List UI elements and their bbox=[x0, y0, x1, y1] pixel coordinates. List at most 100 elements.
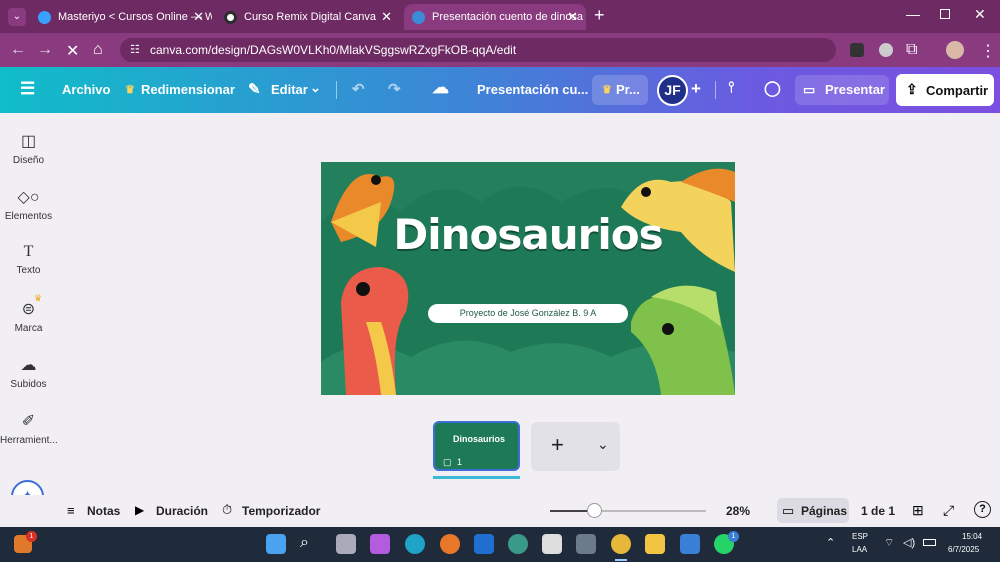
close-window-icon[interactable]: ✕ bbox=[974, 6, 986, 23]
sidebar-item-elementos[interactable]: ◇○ Elementos bbox=[0, 187, 57, 222]
presentar-label: Presentar bbox=[825, 82, 885, 97]
outlook-icon[interactable] bbox=[474, 534, 494, 554]
calculator-icon[interactable] bbox=[576, 534, 596, 554]
duration-icon: ▶ bbox=[135, 503, 145, 517]
tab-favicon bbox=[224, 10, 237, 24]
compartir-label: Compartir bbox=[926, 83, 989, 98]
back-icon[interactable]: ← bbox=[10, 41, 26, 59]
battery-icon[interactable] bbox=[923, 539, 936, 546]
minimize-icon[interactable]: — bbox=[906, 6, 920, 22]
notification-badge: 1 bbox=[26, 531, 37, 542]
comment-icon[interactable]: ◯ bbox=[764, 79, 781, 97]
forward-icon[interactable]: → bbox=[37, 41, 53, 59]
url-field[interactable]: ☷ canva.com/design/DAGsW0VLKh0/MlakVSggs… bbox=[120, 38, 836, 62]
clock-time[interactable]: 15:04 bbox=[962, 532, 982, 541]
globe-app-icon[interactable] bbox=[508, 534, 528, 554]
pages-icon: ▭ bbox=[782, 503, 795, 518]
page-thumbnail[interactable]: Dinosaurios ▢ 1 bbox=[433, 421, 520, 471]
windows-start-icon[interactable] bbox=[266, 534, 286, 554]
crown-icon: ♛ bbox=[602, 84, 612, 96]
puzzle-extensions-icon[interactable]: ⧉ bbox=[906, 41, 917, 59]
add-collaborator-icon[interactable]: + bbox=[691, 79, 701, 99]
site-info-icon[interactable]: ☷ bbox=[130, 43, 140, 56]
duracion-button[interactable]: Duración bbox=[156, 504, 208, 518]
profile-extension-icon[interactable] bbox=[879, 43, 893, 57]
crown-icon: ♛ bbox=[125, 84, 135, 96]
browser-tab-curso-remix[interactable]: Curso Remix Digital Canva ✕ bbox=[216, 4, 400, 30]
editar-button[interactable]: Editar bbox=[271, 82, 308, 97]
zoom-slider-handle[interactable] bbox=[586, 503, 602, 518]
copilot-icon[interactable] bbox=[370, 534, 390, 554]
tab-list-dropdown-icon[interactable]: ⌄ bbox=[8, 8, 26, 26]
redo-icon[interactable]: ↷ bbox=[388, 80, 401, 98]
sidebar-item-marca[interactable]: ⊜ ♛ Marca bbox=[0, 293, 57, 334]
page-count[interactable]: 1 de 1 bbox=[861, 504, 895, 518]
archivo-menu[interactable]: Archivo bbox=[62, 82, 110, 97]
maximize-icon[interactable] bbox=[940, 9, 950, 19]
add-page-button[interactable]: + ⌄ bbox=[531, 422, 620, 471]
tab-label: Presentación cuento de dinosa bbox=[432, 11, 584, 23]
user-avatar[interactable] bbox=[946, 41, 964, 59]
browser-menu-icon[interactable]: ⋮ bbox=[980, 41, 996, 61]
extension-icon[interactable] bbox=[850, 43, 864, 57]
edge-icon[interactable] bbox=[405, 534, 425, 554]
slide-subtitle[interactable]: Proyecto de José González B. 9 A bbox=[428, 304, 628, 323]
notas-button[interactable]: Notas bbox=[87, 504, 120, 518]
design-title[interactable]: Presentación cu... bbox=[477, 82, 588, 97]
file-explorer-icon[interactable] bbox=[645, 534, 665, 554]
new-tab-icon[interactable]: + bbox=[594, 5, 605, 26]
inkscape-icon[interactable] bbox=[542, 534, 562, 554]
insights-chart-icon[interactable]: ⫯ bbox=[728, 79, 735, 96]
home-icon[interactable]: ⌂ bbox=[93, 41, 103, 59]
sidebar-item-label: Subidos bbox=[10, 379, 47, 390]
plus-icon: + bbox=[551, 432, 564, 457]
firefox-icon[interactable] bbox=[440, 534, 460, 554]
tab-label: Masteriyo < Cursos Online — W bbox=[58, 11, 212, 23]
collaborator-avatar[interactable]: JF bbox=[657, 75, 688, 106]
chrome-icon[interactable] bbox=[611, 534, 631, 554]
close-tab-icon[interactable]: ✕ bbox=[567, 9, 578, 25]
task-view-icon[interactable] bbox=[336, 534, 356, 554]
compartir-button[interactable]: ⇪ Compartir bbox=[896, 74, 994, 106]
zoom-slider[interactable] bbox=[550, 503, 706, 518]
help-icon[interactable]: ? bbox=[974, 501, 991, 518]
sidebar-item-label: Diseño bbox=[12, 155, 45, 166]
pen-tool-icon: ✐ bbox=[21, 413, 36, 430]
editar-chevron-icon[interactable]: ⌄ bbox=[310, 80, 321, 96]
fullscreen-icon[interactable]: ⤢ bbox=[943, 502, 954, 519]
language-code[interactable]: ESP bbox=[852, 532, 868, 541]
redimensionar-button[interactable]: Redimensionar bbox=[141, 82, 235, 97]
language-region[interactable]: LAA bbox=[852, 545, 867, 554]
cloud-upload-icon: ☁ bbox=[20, 357, 37, 374]
sidebar-item-herramientas[interactable]: ✐ Herramient... bbox=[0, 411, 58, 446]
browser-tab-presentacion[interactable]: Presentación cuento de dinosa ✕ bbox=[404, 4, 586, 30]
temporizador-button[interactable]: Temporizador bbox=[242, 504, 320, 518]
browser-tab-masteriyo[interactable]: Masteriyo < Cursos Online — W ✕ bbox=[30, 4, 212, 30]
clock-date[interactable]: 6/7/2025 bbox=[948, 545, 979, 554]
slide-canvas[interactable]: Dinosaurios Proyecto de José González B.… bbox=[321, 162, 735, 395]
close-tab-icon[interactable]: ✕ bbox=[193, 9, 204, 25]
sidebar-item-subidos[interactable]: ☁ Subidos bbox=[0, 355, 57, 390]
sidebar-item-label: Herramient... bbox=[0, 435, 58, 446]
hamburger-menu-icon[interactable]: ☰ bbox=[20, 79, 35, 99]
share-upload-icon: ⇪ bbox=[906, 81, 918, 97]
search-icon[interactable]: ⌕ bbox=[300, 534, 320, 554]
photos-icon[interactable] bbox=[680, 534, 700, 554]
cloud-save-icon[interactable]: ☁ bbox=[432, 78, 449, 98]
shapes-icon: ◇○ bbox=[17, 189, 40, 206]
undo-icon[interactable]: ↶ bbox=[352, 80, 365, 98]
close-tab-icon[interactable]: ✕ bbox=[381, 9, 392, 25]
wifi-icon[interactable]: ⌔ bbox=[884, 536, 894, 550]
sidebar-item-diseno[interactable]: ◫ Diseño bbox=[0, 131, 57, 166]
pencil-icon: ✎ bbox=[248, 81, 261, 98]
stop-loading-icon[interactable]: ✕ bbox=[66, 41, 79, 61]
page-thumbnail-underline bbox=[433, 476, 520, 479]
sidebar-item-texto[interactable]: T Texto bbox=[0, 243, 57, 276]
tray-chevron-icon[interactable]: ⌃ bbox=[826, 536, 835, 549]
paginas-label: Páginas bbox=[801, 504, 848, 518]
chevron-down-icon[interactable]: ⌄ bbox=[597, 436, 609, 453]
slide-title[interactable]: Dinosaurios bbox=[321, 210, 735, 259]
grid-view-icon[interactable]: ⊞ bbox=[912, 502, 924, 519]
volume-icon[interactable]: ◁) bbox=[903, 536, 915, 549]
zoom-level[interactable]: 28% bbox=[726, 504, 750, 518]
